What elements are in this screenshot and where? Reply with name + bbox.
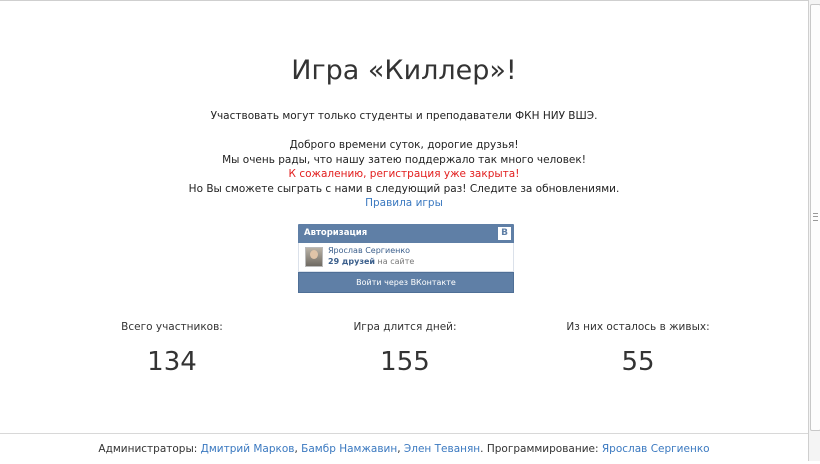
stat-game-days: Игра длится дней: 155: [305, 321, 505, 377]
stat-label: Игра длится дней:: [353, 321, 457, 333]
vk-friends-info: 29 друзей на сайте: [328, 257, 414, 266]
stat-label: Всего участников:: [121, 321, 223, 333]
admin-link[interactable]: Бамбр Намжавин: [301, 443, 397, 455]
intro-line: Мы очень рады, что нашу затею поддержало…: [222, 153, 586, 166]
vk-user-name[interactable]: Ярослав Сергиенко: [328, 246, 410, 255]
vk-auth-widget: Авторизация В Ярослав Сергиенко 29 друзе…: [298, 224, 514, 293]
stat-label: Из них осталось в живых:: [566, 321, 710, 333]
vk-auth-title: Авторизация: [304, 228, 368, 238]
stat-participants: Всего участников: 134: [72, 321, 272, 377]
page-title: Игра «Киллер»!: [291, 55, 517, 86]
programmer-link[interactable]: Ярослав Сергиенко: [602, 443, 710, 455]
vk-friends-count: 29 друзей: [328, 257, 375, 266]
registration-closed-notice: К сожалению, регистрация уже закрыта!: [288, 168, 520, 180]
vk-login-button[interactable]: Войти через ВКонтакте: [298, 272, 514, 293]
stat-value: 155: [380, 347, 430, 377]
rules-link[interactable]: Правила игры: [365, 197, 443, 209]
intro-line: Доброго времени суток, дорогие друзья!: [289, 139, 519, 151]
intro-text: Участвовать могут только студенты и преп…: [0, 109, 808, 211]
intro-line: Но Вы сможете сыграть с нами в следующий…: [188, 182, 620, 195]
stat-value: 134: [147, 347, 197, 377]
vk-user-info: Ярослав Сергиенко 29 друзей на сайте: [298, 243, 514, 272]
page: Игра «Киллер»! Участвовать могут только …: [0, 0, 808, 462]
admin-link[interactable]: Элен Теванян: [404, 443, 480, 455]
stat-alive: Из них осталось в живых: 55: [538, 321, 738, 377]
vk-logo-icon: В: [498, 227, 511, 240]
footer: Администраторы: Дмитрий Марков, Бамбр На…: [0, 433, 808, 463]
admins-label: Администраторы:: [98, 443, 198, 455]
stat-value: 55: [621, 347, 655, 377]
programming-label: Программирование:: [486, 443, 599, 455]
scrollbar-thumb[interactable]: [810, 4, 820, 431]
vk-auth-header: Авторизация В: [298, 224, 514, 243]
scrollbar-grip-icon: [813, 213, 818, 221]
intro-line: Участвовать могут только студенты и преп…: [210, 110, 598, 122]
vk-friends-suffix: на сайте: [377, 257, 415, 266]
admin-link[interactable]: Дмитрий Марков: [201, 443, 295, 455]
vertical-scrollbar[interactable]: [808, 0, 820, 461]
avatar[interactable]: [305, 247, 323, 267]
